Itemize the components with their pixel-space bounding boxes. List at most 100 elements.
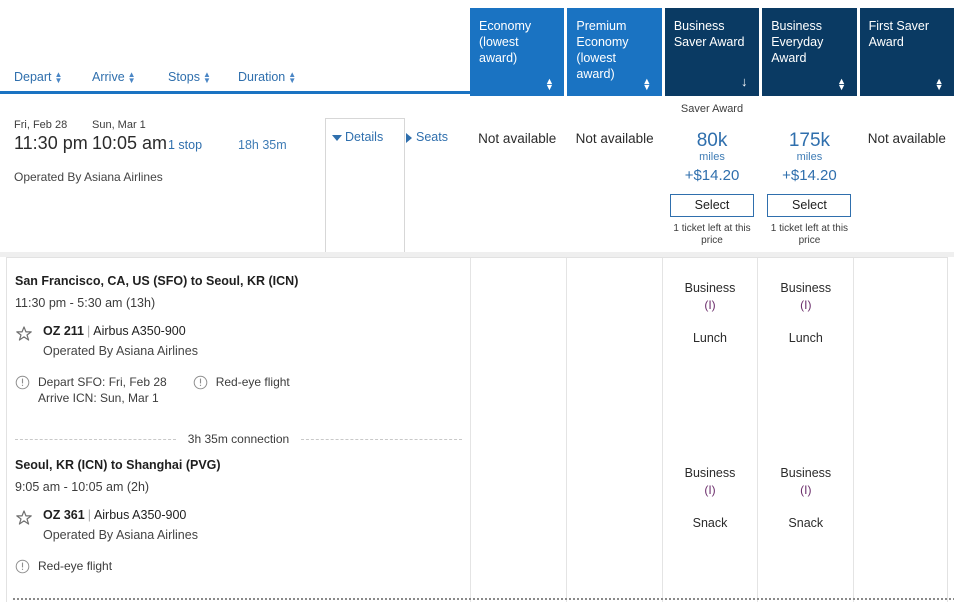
fare-cell-premium-economy: Not available	[567, 96, 661, 252]
seg1-business-saver-meal: Lunch	[692, 331, 728, 345]
segment-2-note-redeye: Red-eye flight	[15, 558, 112, 574]
segment-1-route: San Francisco, CA, US (SFO) to Seoul, KR…	[15, 274, 299, 288]
seg2-business-saver-cabin-code: (I)	[704, 483, 716, 497]
details-panel-columns: Business (I) Lunch Business (I) Snack Bu…	[470, 258, 949, 602]
sort-arrows-duration-icon[interactable]: ▲ ▼	[288, 70, 296, 84]
details-toggle-button[interactable]: Details	[332, 130, 383, 144]
business-saver-miles-unit: miles	[699, 151, 725, 163]
arrive-time: 10:05 am	[92, 133, 168, 153]
seg1-business-saver-cabin-code: (I)	[704, 298, 716, 312]
seg2-business-everyday-cabin-code: (I)	[800, 483, 812, 497]
panel-bottom-dotted-edge	[13, 598, 954, 600]
segment-2-operated-by: Operated By Asiana Airlines	[43, 528, 198, 542]
select-button-business-everyday[interactable]: Select	[767, 194, 852, 217]
segment-2-notes: Red-eye flight	[15, 558, 470, 574]
sort-by-arrive-label: Arrive	[92, 70, 125, 84]
fare-header-economy[interactable]: Economy (lowest award) ▲ ▼	[470, 8, 565, 96]
fare-header-first-saver[interactable]: First Saver Award ▲ ▼	[859, 8, 954, 96]
segment-1-aircraft: Airbus A350-900	[93, 324, 186, 338]
seg1-business-saver-cabin: Business (I) Lunch	[663, 280, 758, 345]
details-column-business-saver: Business (I) Lunch Business (I) Snack	[661, 258, 758, 602]
details-toggle-label: Details	[345, 130, 384, 144]
fare-header-business-saver[interactable]: Business Saver Award ↓	[664, 8, 760, 96]
duration-value: 18h 35m	[238, 138, 287, 152]
sort-by-stops-label: Stops	[168, 70, 200, 84]
business-everyday-tickets-left: 1 ticket left at this price	[770, 223, 849, 246]
segment-1-note-redeye: Red-eye flight	[193, 374, 290, 406]
summary-operated-by: Operated By Asiana Airlines	[14, 170, 163, 184]
segment-1-flight-row: OZ 211 | Airbus A350-900 Operated By Asian…	[15, 324, 470, 358]
segment-2-times: 9:05 am - 10:05 am (2h)	[15, 480, 150, 494]
fare-header-business-saver-label: Business Saver Award	[673, 19, 745, 49]
fare-header-first-saver-label: First Saver Award	[868, 19, 930, 49]
seg1-business-everyday-meal: Lunch	[788, 331, 823, 345]
info-circle-icon	[193, 375, 208, 390]
segment-1-flight-number: OZ 211	[43, 324, 84, 338]
segment-1-operated-by: Operated By Asiana Airlines	[43, 344, 198, 358]
itinerary-summary-row: Fri, Feb 28 11:30 pm Sun, Mar 1 10:05 am…	[0, 96, 954, 252]
segment-1-flight-info: OZ 211 | Airbus A350-900	[43, 324, 198, 338]
sort-by-depart[interactable]: Depart ▲ ▼	[14, 70, 62, 84]
details-column-economy	[470, 258, 566, 602]
segment-1-notes: Depart SFO: Fri, Feb 28 Arrive ICN: Sun,…	[15, 374, 470, 406]
saver-award-group-label: Saver Award	[680, 103, 744, 115]
fare-cell-business-everyday: 175k miles +$14.20 Select 1 ticket left …	[762, 96, 856, 252]
premium-economy-not-available: Not available	[575, 131, 654, 146]
sort-descending-arrow-icon[interactable]: ↓	[738, 75, 750, 88]
sort-by-arrive[interactable]: Arrive ▲ ▼	[92, 70, 136, 84]
seg2-business-saver-cabin: Business (I) Snack	[663, 465, 758, 530]
segment-1-times: 11:30 pm - 5:30 am (13h)	[15, 296, 156, 310]
connection-line-right	[301, 438, 462, 440]
business-saver-miles: 80k	[696, 130, 728, 151]
seg2-business-saver-meal: Snack	[692, 516, 728, 530]
seg2-business-everyday-meal: Snack	[788, 516, 824, 530]
flight-separator: |	[87, 324, 91, 338]
segment-2-aircraft: Airbus A350-900	[93, 508, 187, 522]
sort-by-stops[interactable]: Stops ▲ ▼	[168, 70, 211, 84]
stops-link[interactable]: 1 stop	[168, 138, 202, 152]
sort-toggle-economy-icon[interactable]: ▲ ▼	[543, 77, 555, 92]
business-saver-tickets-left: 1 ticket left at this price	[673, 223, 751, 246]
connection-divider: 3h 35m connection	[15, 432, 462, 446]
flight-results-page: Economy (lowest award) ▲ ▼ Premium Econom…	[0, 0, 954, 608]
sort-arrows-arrive-icon[interactable]: ▲ ▼	[128, 70, 136, 84]
sort-by-depart-label: Depart	[14, 70, 52, 84]
depart-time: 11:30 pm	[14, 133, 88, 153]
fare-header-economy-label: Economy (lowest award)	[479, 19, 532, 65]
chevron-down-icon	[332, 134, 342, 141]
sort-toggle-premium-economy-icon[interactable]: ▲ ▼	[641, 77, 653, 92]
details-column-first-saver	[853, 258, 949, 602]
expanded-details-panel: Business (I) Lunch Business (I) Snack Bu…	[6, 257, 954, 602]
segment-2-flight-number: OZ 361	[43, 508, 85, 522]
seg2-business-everyday-cabin-name: Business	[780, 466, 832, 480]
star-alliance-icon	[16, 510, 32, 525]
sort-toggle-business-everyday-icon[interactable]: ▲ ▼	[836, 77, 848, 92]
seats-toggle-button[interactable]: Seats	[406, 130, 448, 144]
arrive-date: Sun, Mar 1	[92, 119, 146, 131]
connection-label: 3h 35m connection	[187, 432, 290, 446]
fare-cell-first-saver: Not available	[860, 96, 954, 252]
seg1-business-everyday-cabin: Business (I) Lunch	[758, 280, 853, 345]
sort-by-duration-label: Duration	[238, 70, 286, 84]
sort-arrows-depart-icon[interactable]: ▲ ▼	[55, 70, 63, 84]
business-everyday-miles: 175k	[788, 130, 831, 151]
sort-by-duration[interactable]: Duration ▲ ▼	[238, 70, 296, 84]
segment-2-flight-info: OZ 361 | Airbus A350-900	[43, 508, 198, 522]
first-saver-not-available: Not available	[867, 131, 946, 146]
sort-toggle-first-saver-icon[interactable]: ▲ ▼	[933, 77, 945, 92]
details-column-business-everyday: Business (I) Lunch Business (I) Snack	[757, 258, 853, 602]
fare-header-business-everyday-label: Business Everyday Award	[771, 19, 824, 65]
segment-1-note-redeye-text: Red-eye flight	[215, 375, 290, 389]
fare-price-cells: Not available Not available Saver Award …	[470, 96, 954, 252]
info-circle-icon	[15, 375, 30, 390]
sort-arrows-stops-icon[interactable]: ▲ ▼	[203, 70, 211, 84]
select-button-business-saver[interactable]: Select	[670, 194, 755, 217]
economy-not-available: Not available	[478, 131, 557, 146]
fare-header-premium-economy[interactable]: Premium Economy (lowest award) ▲ ▼	[567, 8, 662, 96]
business-everyday-cash: +$14.20	[782, 167, 837, 184]
fare-cell-business-saver: Saver Award 80k miles +$14.20 Select 1 t…	[665, 96, 759, 252]
fare-header-business-everyday[interactable]: Business Everyday Award ▲ ▼	[762, 8, 857, 96]
chevron-right-icon	[406, 132, 412, 143]
fare-class-header-row: Economy (lowest award) ▲ ▼ Premium Econom…	[470, 8, 954, 96]
flight-separator: |	[87, 508, 91, 522]
